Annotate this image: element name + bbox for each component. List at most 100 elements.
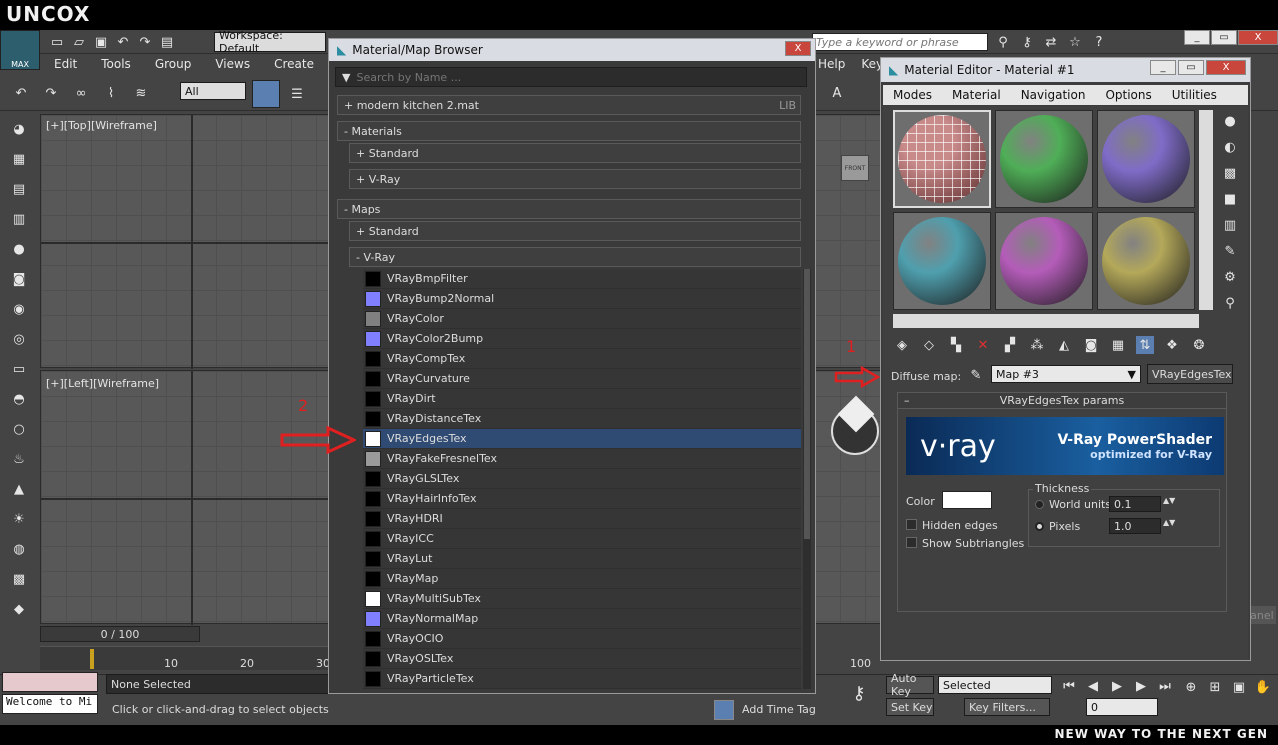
undo-large-icon[interactable]: ↶	[12, 84, 30, 102]
copy-material-icon[interactable]: ▞	[1001, 336, 1019, 354]
camera-icon[interactable]: ◙	[10, 270, 28, 288]
help-icon[interactable]: ?	[1090, 33, 1108, 51]
materials-vray[interactable]: + V-Ray	[349, 169, 801, 189]
hidden-edges-checkbox[interactable]	[906, 519, 917, 530]
sphere-light-icon[interactable]: ○	[10, 420, 28, 438]
text-abc-icon[interactable]: A	[828, 84, 846, 102]
next-frame-icon[interactable]: ▶	[1132, 677, 1150, 695]
map-list-item[interactable]: VRayLut	[363, 549, 801, 569]
menu-help[interactable]: Help	[818, 57, 845, 71]
rollout-header[interactable]: – VRayEdgesTex params	[898, 393, 1226, 409]
select-by-name-icon[interactable]: ☰	[288, 85, 306, 103]
add-time-tag[interactable]: Add Time Tag	[742, 703, 816, 716]
maps-group[interactable]: - Maps	[337, 199, 801, 219]
eyedropper-icon[interactable]: ✎	[967, 366, 985, 384]
get-material-icon[interactable]: ◈	[893, 336, 911, 354]
menu-group[interactable]: Group	[155, 57, 192, 71]
dome-light-icon[interactable]: ◓	[10, 390, 28, 408]
show-map-icon[interactable]: ▦	[1109, 336, 1127, 354]
bind-spacewarp-icon[interactable]: ≋	[132, 84, 150, 102]
ies-light-icon[interactable]: ♨	[10, 450, 28, 468]
time-tag-icon[interactable]	[714, 700, 734, 720]
map-list-item[interactable]: VRayMap	[363, 569, 801, 589]
scene-explorer-icon[interactable]: ▦	[10, 150, 28, 168]
map-list-item[interactable]: VRayOSLTex	[363, 649, 801, 669]
materials-standard[interactable]: + Standard	[349, 143, 801, 163]
app-restore-button[interactable]: ▭	[1211, 30, 1237, 45]
menu-tools[interactable]: Tools	[101, 57, 131, 71]
time-cursor[interactable]	[90, 649, 94, 669]
zoom-all-icon[interactable]: ⊞	[1206, 678, 1224, 696]
browser-options-icon[interactable]: ▼	[336, 71, 356, 84]
sample-slot-1[interactable]	[893, 110, 991, 208]
max-app-button[interactable]: MAX	[0, 30, 40, 70]
redo-icon[interactable]: ↷	[136, 33, 154, 51]
material-id-icon[interactable]: ◙	[1082, 336, 1100, 354]
maps-standard[interactable]: + Standard	[349, 221, 801, 241]
zoom-extents-icon[interactable]: ▣	[1230, 678, 1248, 696]
plane-light-icon[interactable]: ▭	[10, 360, 28, 378]
editor-titlebar[interactable]: ◣ Material Editor - Material #1 _ ▭ X	[881, 58, 1250, 82]
binoculars-icon[interactable]: ⚲	[994, 33, 1012, 51]
sample-type-icon[interactable]: ●	[1221, 112, 1239, 130]
map-list-item[interactable]: VRayICC	[363, 529, 801, 549]
reset-map-icon[interactable]: ✕	[974, 336, 992, 354]
maxscript-listener[interactable]: Welcome to Mi	[2, 694, 98, 714]
sample-slot-3[interactable]	[1097, 110, 1195, 208]
teapot-icon[interactable]: ◕	[10, 120, 28, 138]
exchange-icon[interactable]: ⇄	[1042, 33, 1060, 51]
map-list-item[interactable]: VRayCurvature	[363, 369, 801, 389]
bulb-icon[interactable]: ●	[10, 240, 28, 258]
world-units-radio[interactable]	[1035, 500, 1044, 509]
viewport-top[interactable]: [+][Top][Wireframe]	[40, 114, 341, 369]
slots-hscroll[interactable]	[893, 314, 1199, 328]
app-minimize-button[interactable]: _	[1184, 30, 1210, 45]
map-list-item[interactable]: VRayDistanceTex	[363, 409, 801, 429]
star-icon[interactable]: ☆	[1066, 33, 1084, 51]
project-folder-icon[interactable]: ▤	[158, 33, 176, 51]
options-icon[interactable]: ⚙	[1221, 268, 1239, 286]
map-list-item[interactable]: VRayMultiSubTex	[363, 589, 801, 609]
time-slider[interactable]: 0 / 100	[40, 626, 200, 642]
maxscript-listener-pink[interactable]	[2, 672, 98, 692]
slots-vscroll[interactable]	[1199, 110, 1213, 310]
viewport-left-label[interactable]: [+][Left][Wireframe]	[46, 377, 159, 390]
editor-maximize-button[interactable]: ▭	[1178, 60, 1204, 75]
map-list-item[interactable]: VRayParticleTex	[363, 669, 801, 689]
browser-search-input[interactable]	[356, 70, 777, 84]
set-key-button[interactable]: Set Key	[886, 698, 934, 716]
rollout-toggle[interactable]: –	[904, 394, 910, 407]
auto-key-button[interactable]: Auto Key	[886, 672, 934, 698]
pixels-radio[interactable]	[1035, 522, 1044, 531]
put-to-library-icon[interactable]: ◭	[1055, 336, 1073, 354]
undo-icon[interactable]: ↶	[114, 33, 132, 51]
map-list-item[interactable]: VRayBmpFilter	[363, 269, 801, 289]
map-list-item[interactable]: VRayFakeFresnelTex	[363, 449, 801, 469]
world-units-field[interactable]: 0.1	[1109, 496, 1161, 512]
open-file-icon[interactable]: ▱	[70, 33, 88, 51]
app-close-button[interactable]: X	[1238, 30, 1278, 45]
map-list-item[interactable]: VRayEdgesTex	[363, 429, 801, 449]
select-by-material-icon[interactable]: ⚲	[1221, 294, 1239, 312]
browser-search[interactable]: ▼	[335, 67, 807, 87]
set-key-icon[interactable]: ⚷	[850, 683, 868, 704]
viewport-top-label[interactable]: [+][Top][Wireframe]	[46, 119, 157, 132]
render-icon[interactable]: ◉	[10, 300, 28, 318]
map-list-item[interactable]: VRayHDRI	[363, 509, 801, 529]
sample-slot-2[interactable]	[995, 110, 1093, 208]
spot-light-icon[interactable]: ▲	[10, 480, 28, 498]
show-end-result-icon[interactable]: ⇅	[1136, 336, 1154, 354]
key-filters-button[interactable]: Key Filters...	[964, 698, 1050, 716]
track-bar[interactable]	[40, 646, 330, 670]
go-to-parent-icon[interactable]: ❖	[1163, 336, 1181, 354]
select-object-button[interactable]	[252, 80, 280, 108]
background-icon[interactable]: ▩	[1221, 164, 1239, 182]
map-list-item[interactable]: VRayHairInfoTex	[363, 489, 801, 509]
prev-frame-icon[interactable]: ◀	[1084, 677, 1102, 695]
sample-slot-4[interactable]	[893, 212, 991, 310]
video-color-icon[interactable]: ▥	[1221, 216, 1239, 234]
browser-titlebar[interactable]: ◣ Material/Map Browser X	[329, 39, 815, 61]
workspace-dropdown[interactable]: Workspace: Default	[214, 29, 326, 55]
ambient-light-icon[interactable]: ◍	[10, 540, 28, 558]
lib-file-row[interactable]: + modern kitchen 2.mat LIB	[337, 95, 801, 115]
